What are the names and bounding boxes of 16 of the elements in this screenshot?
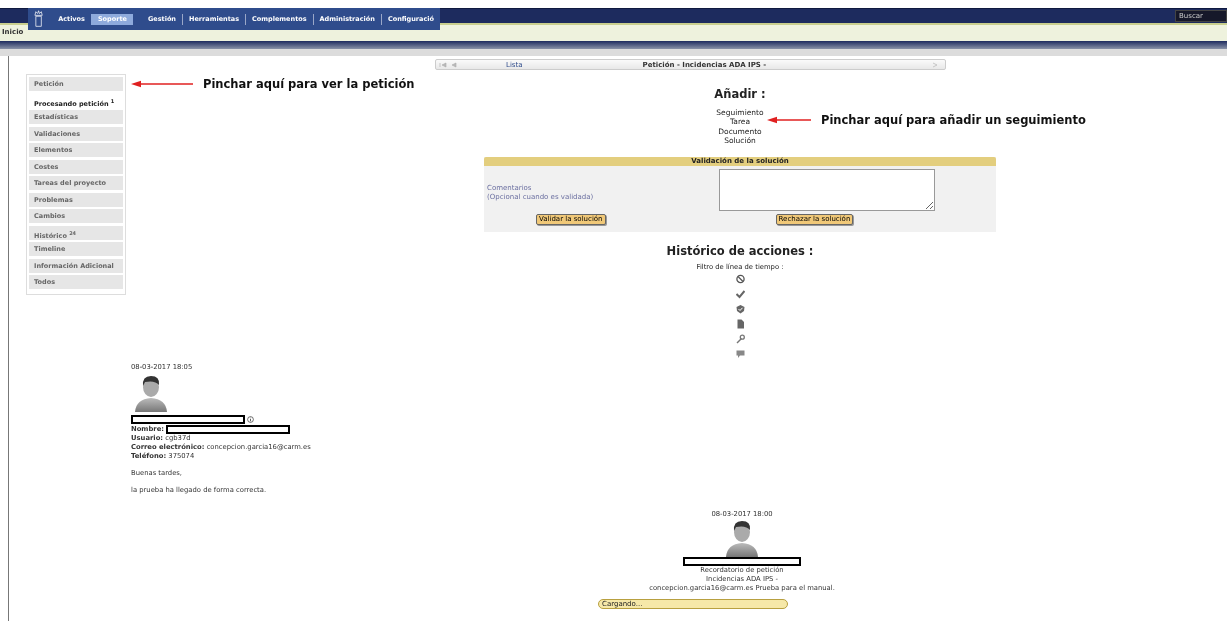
comment-icon[interactable]: [735, 349, 745, 360]
arrow: [131, 80, 193, 88]
check-icon[interactable]: [735, 289, 745, 300]
crown-logo-icon: [34, 10, 44, 28]
annotation-text: Pinchar aquí para ver la petición: [203, 77, 415, 91]
add-heading: Añadir :: [714, 87, 766, 101]
info-icon[interactable]: [247, 416, 254, 424]
shield-check-icon[interactable]: [735, 304, 745, 315]
arrow: [767, 116, 811, 124]
document-icon[interactable]: [735, 319, 745, 330]
history-heading: Histórico de acciones :: [666, 244, 814, 259]
comment-field[interactable]: [719, 169, 935, 212]
avatar-icon: [133, 374, 169, 413]
avatar-icon: [724, 518, 760, 557]
annotation-text: Pinchar aquí para añadir un seguimiento: [821, 113, 1086, 127]
blocked-icon[interactable]: [735, 274, 745, 285]
